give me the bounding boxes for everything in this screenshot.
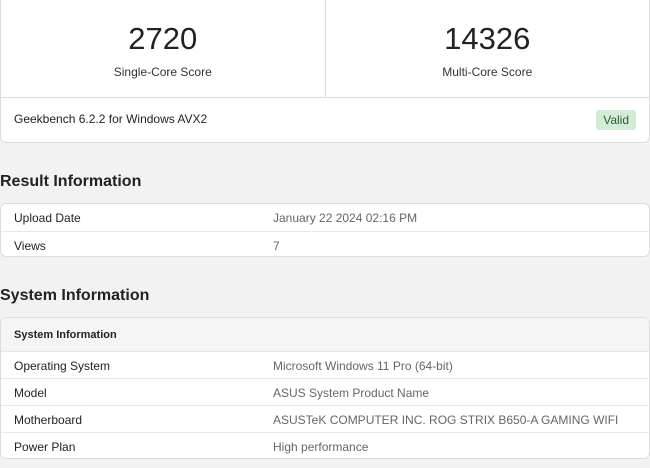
row-key: Motherboard [14, 413, 83, 427]
system-info-table: System Information Operating System Micr… [0, 317, 650, 459]
benchmark-version: Geekbench 6.2.2 for Windows AVX2 [14, 112, 208, 126]
row-value: 7 [273, 239, 280, 253]
system-info-title: System Information [0, 287, 150, 304]
score-row: 2720 Single-Core Score 14326 Multi-Core … [1, 0, 649, 98]
multi-core-label: Multi-Core Score [442, 65, 533, 79]
row-value: ASUS System Product Name [273, 386, 430, 400]
system-info-header-label: System Information [14, 329, 117, 341]
row-key: Operating System [14, 359, 111, 373]
row-value: January 22 2024 02:16 PM [273, 211, 418, 225]
row-key: Power Plan [14, 440, 76, 454]
table-row: Motherboard ASUSTeK COMPUTER INC. ROG ST… [1, 405, 649, 432]
single-core-label: Single-Core Score [113, 65, 212, 79]
result-info-title: Result Information [0, 173, 142, 190]
table-row: Upload Date January 22 2024 02:16 PM [1, 204, 649, 231]
system-info-header: System Information [1, 318, 649, 352]
table-row: Operating System Microsoft Windows 11 Pr… [1, 352, 649, 379]
valid-badge: Valid [596, 110, 636, 130]
table-row: Views 7 [1, 231, 649, 256]
single-core-cell: 2720 Single-Core Score [1, 0, 325, 97]
row-key: Model [14, 386, 47, 400]
multi-core-score: 14326 [444, 21, 531, 56]
row-key: Views [14, 239, 46, 253]
row-value: ASUSTeK COMPUTER INC. ROG STRIX B650-A G… [273, 413, 619, 427]
multi-core-cell: 14326 Multi-Core Score [324, 0, 650, 97]
row-key: Upload Date [14, 211, 81, 225]
row-value: Microsoft Windows 11 Pro (64-bit) [273, 359, 453, 373]
table-row: Power Plan High performance [1, 432, 649, 458]
score-card: 2720 Single-Core Score 14326 Multi-Core … [0, 0, 650, 143]
single-core-score: 2720 [128, 21, 198, 56]
table-row: Model ASUS System Product Name [1, 378, 649, 405]
row-value: High performance [273, 440, 369, 454]
result-info-table: Upload Date January 22 2024 02:16 PM Vie… [0, 203, 650, 257]
